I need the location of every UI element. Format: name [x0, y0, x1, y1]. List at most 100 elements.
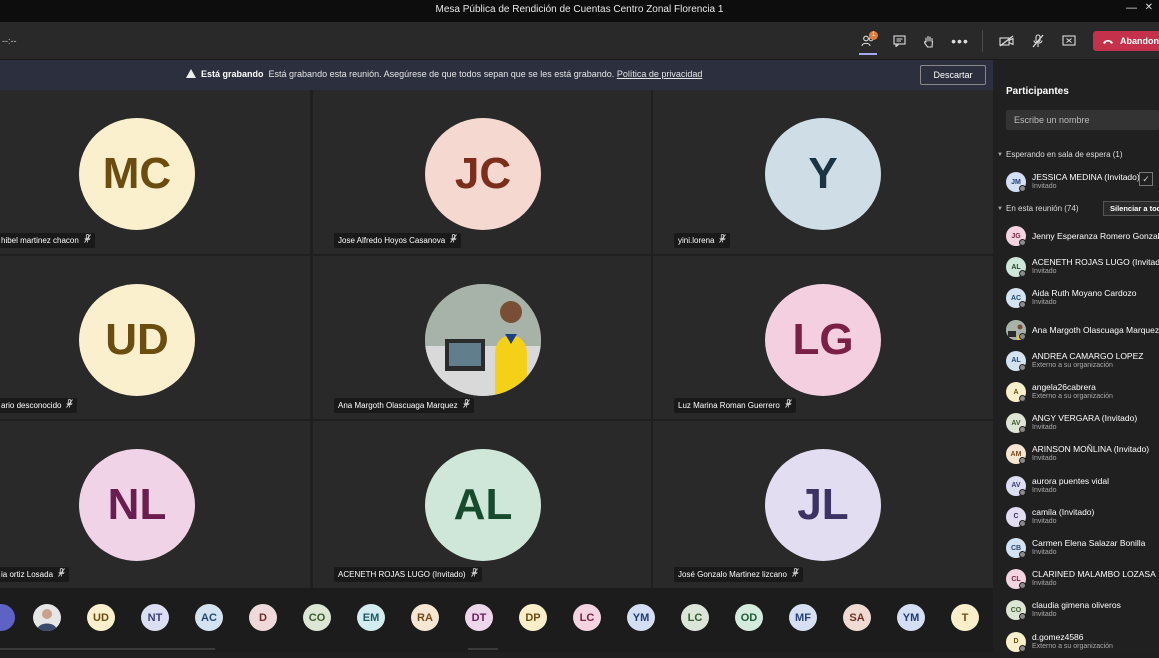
admit-check-icon[interactable]: ✓ — [1139, 172, 1153, 186]
participant-list-item[interactable]: AV ANGY VERGARA (Invitado) Invitado — [1006, 411, 1159, 439]
participant-role: Externo a su organización — [1032, 361, 1113, 369]
avatar: UD — [79, 284, 195, 396]
participant-role: Invitado — [1032, 268, 1057, 276]
participant-name: Carmen Elena Salazar Bonilla — [1032, 538, 1146, 548]
raise-hand-button[interactable] — [918, 30, 940, 52]
video-tile[interactable]: LG Luz Marina Roman Guerrero — [653, 256, 993, 419]
strip-avatar[interactable]: RA — [411, 604, 439, 631]
recording-title: Está grabando — [201, 69, 264, 79]
mic-off-icon — [83, 233, 91, 248]
strip-avatar[interactable]: MF — [789, 604, 817, 631]
profile-photo — [425, 284, 541, 396]
participant-list-item[interactable]: Ccamila (Invitado) Invitado — [1006, 505, 1159, 533]
participant-list-item[interactable]: Ana Margoth Olascuaga Marquez — [1006, 318, 1159, 346]
participant-list-item[interactable]: JG Jenny Esperanza Romero Gonzalez — [1006, 224, 1159, 252]
leave-label: Abandonar — [1120, 36, 1159, 46]
video-tile[interactable]: AL ACENETH ROJAS LUGO (Invitado) — [313, 421, 651, 588]
presence-status-icon — [1019, 488, 1026, 496]
participant-role: Invitado — [1032, 299, 1057, 307]
warning-icon — [186, 69, 196, 78]
participant-list-item[interactable]: AC Aida Ruth Moyano Cardozo Invitado — [1006, 286, 1159, 314]
leave-button[interactable]: Abandonar — [1093, 31, 1159, 51]
participant-list-item[interactable]: AV aurora puentes vidal Invitado — [1006, 474, 1159, 502]
scroll-track — [468, 648, 498, 650]
participant-name: ARINSON MOÑLINA (Invitado) — [1032, 444, 1150, 455]
strip-avatar[interactable]: D — [249, 604, 277, 631]
participant-name: ario desconocido — [1, 401, 62, 410]
video-tile[interactable]: Yyini.lorena — [653, 90, 993, 254]
video-tile[interactable]: UD ario desconocido — [0, 256, 310, 419]
video-tile[interactable]: MC hibel martinez chacon — [0, 90, 310, 254]
participant-list-item[interactable]: CO claudia gimena oliveros Invitado — [1006, 598, 1159, 626]
video-tile[interactable]: Ana Margoth Olascuaga Marquez — [313, 256, 651, 419]
participant-search-input[interactable] — [1006, 110, 1159, 130]
strip-avatar[interactable]: YM — [627, 604, 655, 631]
participant-name-tag: Luz Marina Roman Guerrero — [674, 398, 796, 413]
participant-role: Invitado — [1032, 517, 1057, 525]
strip-avatar[interactable]: SA — [843, 604, 871, 631]
panel-title: Participantes — [1006, 86, 1069, 97]
presence-status-icon — [1019, 185, 1026, 192]
participant-list-item[interactable]: JM JESSICA MEDINA (Invitado) Invitado — [1006, 170, 1159, 198]
participant-list-item[interactable]: CL CLARINED MALAMBO LOZASA Invitado — [1006, 567, 1159, 595]
strip-avatar[interactable]: AC — [195, 604, 223, 631]
chat-button[interactable] — [888, 30, 910, 52]
strip-avatar[interactable]: DT — [465, 604, 493, 631]
participant-role: Invitado — [1032, 611, 1057, 619]
strip-avatar[interactable]: EM — [357, 604, 385, 631]
recording-message-row: Está grabando Está grabando esta reunión… — [186, 69, 702, 79]
participant-name: Ana Margoth Olascuaga Marquez — [1032, 324, 1159, 335]
video-tile[interactable]: JL José Gonzalo Martinez lizcano — [653, 421, 993, 588]
participant-strip: UD NT AC D CO EM RA DT DP LC YM LC OD MF SA YM T — [0, 588, 993, 652]
participant-name: angela26cabrera — [1032, 382, 1096, 392]
participants-button[interactable]: 1 — [857, 30, 879, 55]
presence-status-icon — [1019, 332, 1026, 340]
participant-name: camila (Invitado) — [1032, 506, 1095, 517]
video-tile[interactable]: NL ia ortiz Losada — [0, 421, 310, 588]
in-meeting-section-label[interactable]: En esta reunión (74) — [1006, 204, 1079, 213]
avatar: LG — [765, 284, 881, 396]
minimize-icon[interactable]: — — [1126, 2, 1137, 14]
strip-avatar[interactable]: DP — [519, 604, 547, 631]
participant-name-tag: hibel martinez chacon — [0, 233, 95, 248]
strip-avatar[interactable]: OD — [735, 604, 763, 631]
privacy-policy-link[interactable]: Política de privacidad — [617, 69, 703, 79]
strip-avatar[interactable]: LC — [681, 604, 709, 631]
participant-list-item[interactable]: AL ACENETH ROJAS LUGO (Invitado) Invitado — [1006, 255, 1159, 283]
ellipsis-icon: ••• — [951, 33, 969, 49]
mic-toggle-button[interactable] — [1027, 30, 1049, 52]
participant-list-item[interactable]: Aangela26cabrera Externo a su organizació… — [1006, 380, 1159, 408]
toolbar-divider — [982, 30, 983, 52]
more-actions-button[interactable]: ••• — [949, 30, 971, 52]
lobby-section-label[interactable]: Esperando en sala de espera (1) — [1006, 150, 1123, 159]
participant-role: Externo a su organización — [1032, 642, 1113, 650]
participant-list-item[interactable]: Dd.gomez4586 Externo a su organización — [1006, 630, 1159, 658]
participant-name-tag: José Gonzalo Martinez lizcano — [674, 567, 803, 582]
participant-name: d.gomez4586 — [1032, 631, 1084, 642]
participant-name: claudia gimena oliveros — [1032, 600, 1121, 611]
strip-avatar-photo[interactable] — [0, 604, 15, 631]
camera-toggle-button[interactable] — [996, 30, 1018, 52]
strip-avatar[interactable]: CO — [303, 604, 331, 631]
avatar: AL — [425, 449, 541, 561]
mute-all-button[interactable]: Silenciar a todos — [1103, 201, 1159, 216]
presence-status-icon — [1019, 613, 1026, 621]
strip-avatar[interactable]: UD — [87, 604, 115, 631]
participant-list-item[interactable]: AM ARINSON MOÑLINA (Invitado) Invitado — [1006, 442, 1159, 470]
mic-off-icon — [792, 567, 799, 582]
strip-avatar[interactable]: NT — [141, 604, 169, 631]
participant-list-item[interactable]: AL ANDREA CAMARGO LOPEZ Externo a su organ… — [1006, 349, 1159, 377]
strip-avatar[interactable]: T — [951, 604, 979, 631]
chevron-down-icon[interactable]: ▼ — [997, 152, 1003, 158]
video-tile[interactable]: JC Jose Alfredo Hoyos Casanova — [313, 90, 651, 254]
dismiss-button[interactable]: Descartar — [920, 65, 986, 85]
share-screen-icon — [1062, 35, 1076, 46]
strip-avatar[interactable]: YM — [897, 604, 925, 631]
avatar: MC — [79, 118, 195, 230]
strip-avatar[interactable]: LC — [573, 604, 601, 631]
participant-list-item[interactable]: CB Carmen Elena Salazar Bonilla Invitado — [1006, 536, 1159, 564]
close-icon[interactable]: ✕ — [1145, 2, 1153, 13]
share-screen-button[interactable] — [1058, 30, 1080, 52]
strip-avatar-photo[interactable] — [33, 604, 61, 631]
chevron-down-icon[interactable]: ▼ — [997, 206, 1003, 212]
